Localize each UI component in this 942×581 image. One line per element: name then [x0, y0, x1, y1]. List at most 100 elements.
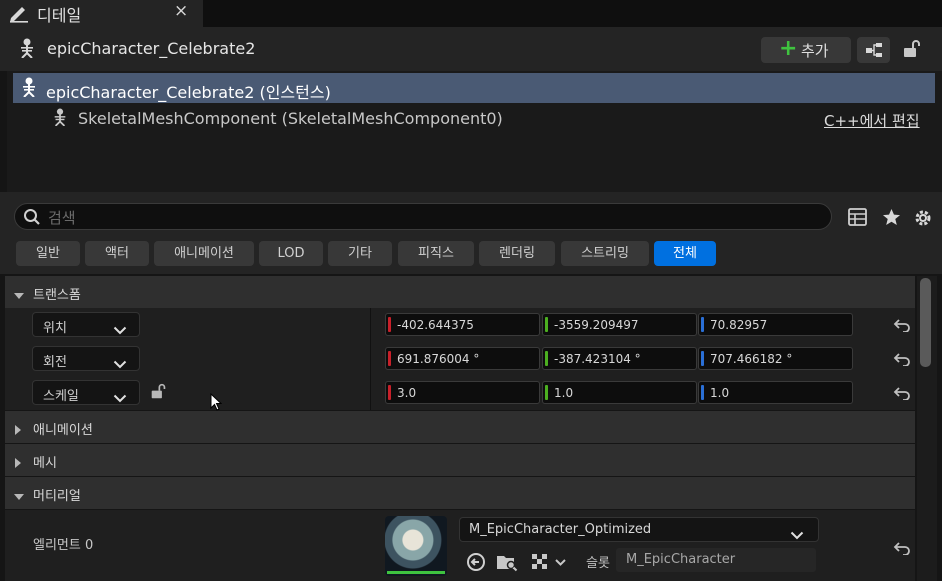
material-thumbnail[interactable] [385, 516, 447, 576]
chevron-down-icon [790, 525, 804, 544]
chevron-right-icon [13, 454, 23, 473]
scale-x-value: 3.0 [397, 386, 417, 400]
category-mesh[interactable]: 메시 [5, 444, 915, 476]
location-mode-dropdown[interactable]: 위치 [32, 312, 140, 337]
tree-row-label: epicCharacter_Celebrate2 (인스턴스) [46, 83, 331, 102]
search-icon [23, 208, 41, 230]
search-area: 검색 일반 액터 애니메이션 LOD 기타 피직스 렌더링 스트리밍 전체 [0, 192, 942, 274]
rotation-y-value: -387.423104 ° [554, 352, 641, 366]
search-input[interactable]: 검색 [14, 203, 832, 230]
property-row-material-element: 엘리먼트 0 M_EpicCharacter_Optimized 슬롯 M_Ep… [5, 510, 915, 581]
star-icon[interactable] [882, 208, 901, 230]
filter-general[interactable]: 일반 [16, 241, 80, 266]
category-label: 머티리얼 [33, 489, 81, 504]
edit-in-cpp-link[interactable]: C++에서 편집 [824, 110, 920, 131]
table-view-icon[interactable] [848, 208, 867, 230]
filter-rendering[interactable]: 렌더링 [479, 241, 555, 266]
rotation-y-field[interactable]: -387.423104 ° [542, 347, 697, 370]
checkerboard-icon[interactable] [531, 552, 569, 576]
column-divider [370, 342, 371, 376]
location-y-value: -3559.209497 [554, 318, 639, 332]
blueprint-button[interactable] [857, 37, 890, 63]
mouse-cursor-icon [210, 392, 223, 415]
filter-animation[interactable]: 애니메이션 [154, 241, 254, 266]
rotation-x-value: 691.876004 ° [397, 352, 480, 366]
unlock-icon[interactable] [150, 383, 167, 404]
thumbnail-bar [387, 571, 445, 574]
filter-misc[interactable]: 기타 [328, 241, 392, 266]
category-label: 트랜스폼 [33, 288, 81, 303]
category-material[interactable]: 머티리얼 [5, 477, 915, 509]
property-row-rotation: 회전 691.876004 ° -387.423104 ° 707.466182… [5, 342, 915, 376]
scale-x-field[interactable]: 3.0 [385, 381, 540, 404]
material-name: M_EpicCharacter_Optimized [469, 522, 652, 537]
unlock-icon[interactable] [902, 39, 922, 63]
reset-arrow-icon[interactable] [893, 540, 911, 559]
y-axis-marker [545, 385, 548, 400]
scale-mode-dropdown[interactable]: 스케일 [32, 380, 140, 405]
property-name-cell: 회전 [5, 342, 370, 376]
reset-arrow-icon[interactable] [893, 317, 911, 336]
search-placeholder: 검색 [48, 209, 76, 227]
column-divider [370, 308, 371, 342]
category-label: 메시 [33, 456, 57, 471]
filter-lod[interactable]: LOD [259, 241, 323, 266]
location-x-field[interactable]: -402.644375 [385, 313, 540, 336]
use-selected-asset-icon[interactable] [466, 552, 486, 576]
tab-title: 디테일 [37, 6, 82, 25]
chevron-down-icon [113, 354, 127, 373]
tree-row-label: SkeletalMeshComponent (SkeletalMeshCompo… [78, 109, 503, 128]
rotation-mode-dropdown[interactable]: 회전 [32, 346, 140, 371]
slot-name-value: M_EpicCharacter [626, 552, 736, 567]
actor-name: epicCharacter_Celebrate2 [47, 39, 256, 58]
location-z-value: 70.82957 [710, 318, 768, 332]
pencil-icon [8, 3, 30, 27]
tree-row-actor[interactable]: epicCharacter_Celebrate2 (인스턴스) [13, 73, 935, 103]
details-header: epicCharacter_Celebrate2 + 추가 [0, 27, 942, 71]
hierarchy-icon [865, 42, 883, 62]
skeleton-icon [52, 108, 68, 130]
x-axis-marker [388, 385, 391, 400]
z-axis-marker [701, 317, 704, 332]
location-x-value: -402.644375 [397, 318, 474, 332]
x-axis-marker [388, 351, 391, 366]
tab-details[interactable]: 디테일 × [0, 0, 203, 27]
dropdown-label: 위치 [43, 321, 67, 336]
material-asset-dropdown[interactable]: M_EpicCharacter_Optimized [459, 517, 819, 542]
filter-physics[interactable]: 피직스 [398, 241, 474, 266]
add-button-label: 추가 [801, 42, 829, 60]
reset-arrow-icon[interactable] [893, 385, 911, 404]
filter-all[interactable]: 전체 [654, 241, 716, 266]
scale-y-field[interactable]: 1.0 [542, 381, 697, 404]
chevron-right-icon [13, 421, 23, 440]
category-transform[interactable]: 트랜스폼 [5, 276, 915, 308]
chevron-down-icon [113, 320, 127, 339]
rotation-z-field[interactable]: 707.466182 ° [698, 347, 853, 370]
scale-z-field[interactable]: 1.0 [698, 381, 853, 404]
gear-icon[interactable] [913, 208, 933, 232]
scrollbar-thumb[interactable] [920, 278, 931, 367]
chevron-down-icon [13, 487, 25, 506]
rotation-x-field[interactable]: 691.876004 ° [385, 347, 540, 370]
property-row-scale: 스케일 3.0 1.0 1.0 [5, 376, 915, 410]
filter-actor[interactable]: 액터 [85, 241, 149, 266]
dropdown-label: 회전 [43, 355, 67, 370]
filter-streaming[interactable]: 스트리밍 [561, 241, 649, 266]
skeleton-icon [18, 38, 36, 62]
slot-label: 슬롯 [586, 556, 610, 571]
add-component-button[interactable]: + 추가 [761, 37, 851, 63]
category-label: 애니메이션 [33, 423, 93, 438]
slot-name-field[interactable]: M_EpicCharacter [616, 548, 816, 572]
close-icon[interactable]: × [174, 1, 188, 21]
chevron-down-icon [113, 388, 127, 407]
x-axis-marker [388, 317, 391, 332]
location-z-field[interactable]: 70.82957 [698, 313, 853, 336]
browse-folder-icon[interactable] [496, 552, 518, 576]
category-animation[interactable]: 애니메이션 [5, 411, 915, 443]
plus-icon: + [779, 36, 798, 61]
tree-row-skeletal-mesh[interactable]: SkeletalMeshComponent (SkeletalMeshCompo… [13, 103, 935, 133]
reset-arrow-icon[interactable] [893, 351, 911, 370]
location-y-field[interactable]: -3559.209497 [542, 313, 697, 336]
rotation-z-value: 707.466182 ° [710, 352, 793, 366]
z-axis-marker [701, 351, 704, 366]
